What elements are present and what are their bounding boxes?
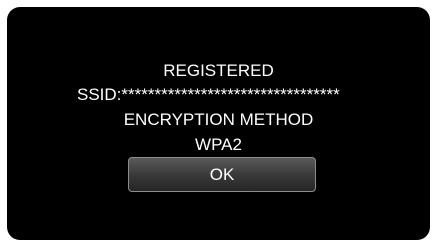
ssid-text: SSID:********************************* bbox=[77, 85, 340, 104]
encryption-method-label: ENCRYPTION METHOD bbox=[123, 110, 314, 129]
encryption-method-value: WPA2 bbox=[195, 135, 242, 154]
status-text: REGISTERED bbox=[163, 61, 274, 80]
ok-button[interactable]: OK bbox=[128, 157, 316, 192]
registration-dialog: REGISTERED SSID:************************… bbox=[7, 7, 430, 240]
